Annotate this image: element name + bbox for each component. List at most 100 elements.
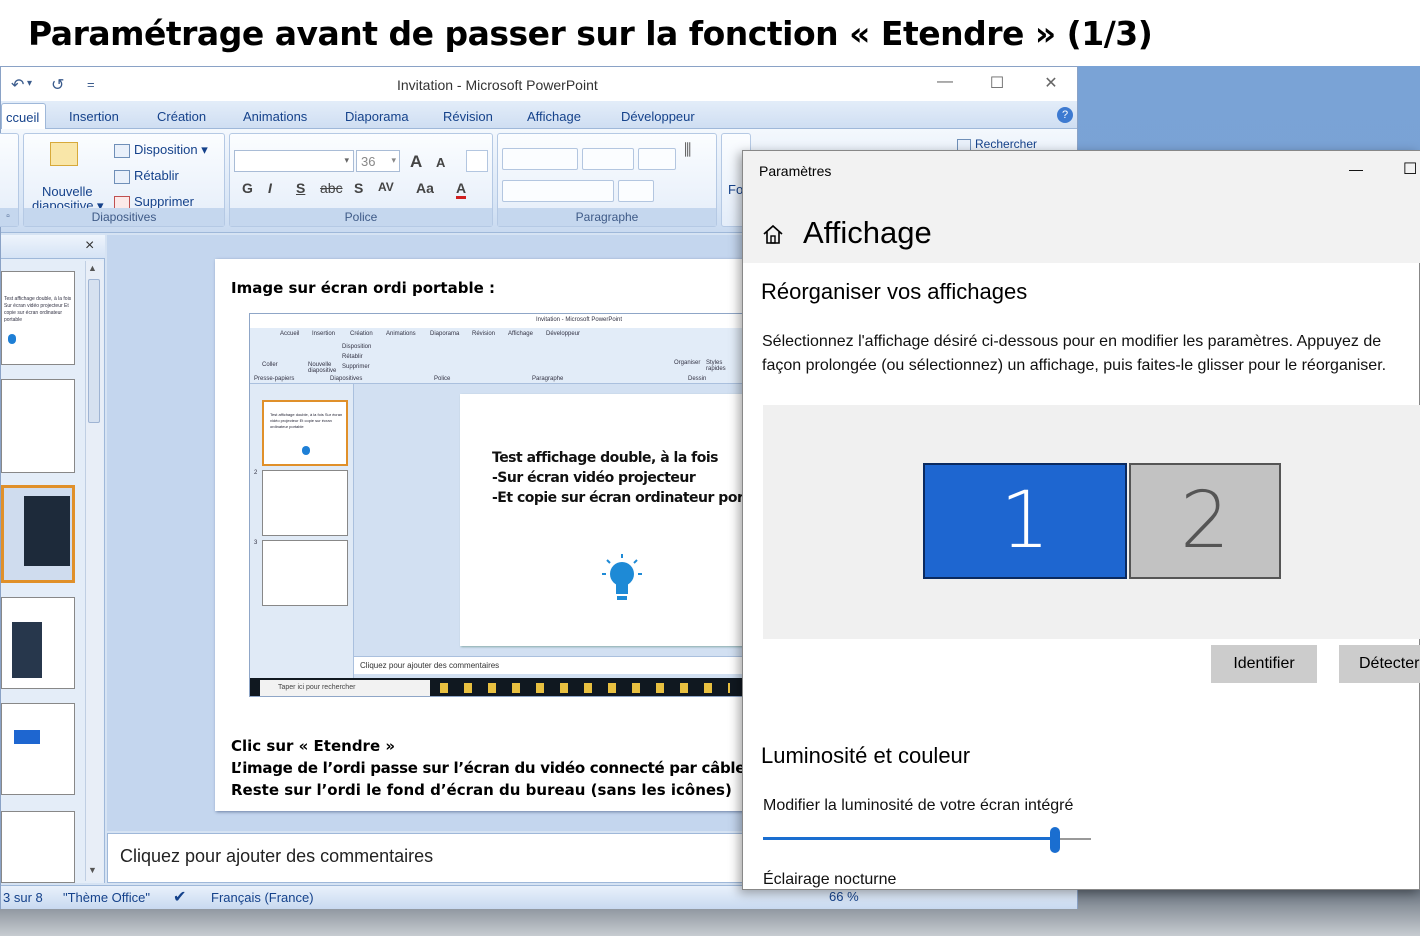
inner-slide: Test affichage double, à la fois -Sur éc… [460, 394, 748, 646]
shrink-font-button[interactable]: A [436, 155, 445, 170]
brightness-slider-thumb[interactable] [1050, 827, 1060, 853]
theme-name: "Thème Office" [63, 890, 151, 905]
font-size-select[interactable]: 36 ▾ [356, 150, 400, 172]
zoom-level[interactable]: 66 % [829, 889, 859, 904]
current-slide[interactable]: Image sur écran ordi portable : Invitati… [215, 259, 795, 811]
scroll-down-icon[interactable]: ▼ [88, 865, 97, 875]
font-name-select[interactable]: ▾ [234, 150, 354, 172]
case-button[interactable]: Aa [416, 180, 434, 196]
slide-thumbnail-1[interactable]: Test affichage double, à la fois Sur écr… [1, 271, 75, 365]
slides-pane-header: × [1, 235, 105, 259]
brightness-label: Modifier la luminosité de votre écran in… [763, 797, 1074, 814]
settings-minimize-button[interactable]: — [1349, 161, 1363, 177]
tab-diaporama[interactable]: Diaporama [345, 109, 409, 124]
group-label-police: Police [230, 208, 492, 226]
font-color-button[interactable]: A [456, 180, 467, 199]
close-pane-icon[interactable]: × [85, 237, 94, 255]
lightbulb-icon [602, 554, 642, 600]
disposition-button[interactable]: Disposition ▾ [114, 142, 208, 158]
slide-thumbnail-6[interactable] [1, 811, 75, 883]
new-slide-label[interactable]: Nouvelle [42, 184, 93, 199]
slide-thumbnail-4[interactable] [1, 597, 75, 689]
window-title: Invitation - Microsoft PowerPoint [397, 77, 598, 93]
grow-font-button[interactable]: A [410, 152, 422, 172]
slide-footer-line-3: Reste sur l’ordi le fond d’écran du bure… [231, 781, 732, 799]
bullets-button[interactable] [502, 148, 578, 170]
spacing-button[interactable]: AV [378, 180, 394, 194]
inner-ribbon: Accueil Insertion Création Animations Di… [250, 328, 748, 384]
new-slide-icon [50, 142, 78, 166]
display-arrangement: 1 2 [763, 405, 1420, 639]
tab-affichage[interactable]: Affichage [527, 109, 581, 124]
slide-heading: Image sur écran ordi portable : [231, 279, 495, 297]
slide-thumbnail-2[interactable] [1, 379, 75, 473]
slide-thumbnail-3-selected[interactable] [1, 485, 75, 583]
settings-window-title: Paramètres [759, 163, 832, 179]
redo-icon[interactable]: ↺ [51, 75, 64, 95]
group-paragraphe: ⫼ Paragraphe [497, 133, 717, 227]
tab-accueil[interactable]: ccueil [1, 103, 47, 130]
inner-slides-pane: Test affichage double, à la fois Sur écr… [250, 384, 354, 680]
maximize-button[interactable]: ☐ [985, 73, 1009, 93]
language[interactable]: Français (France) [211, 890, 314, 905]
reset-icon [114, 169, 130, 184]
monitor-1[interactable]: 1 [923, 463, 1127, 579]
group-diapositives: Nouvelle diapositive ▾ Disposition ▾ Rét… [23, 133, 225, 227]
group-police: ▾ 36 ▾ A A G I S abc S AV Aa A Police [229, 133, 493, 227]
undo-icon[interactable]: ↶ [11, 75, 24, 95]
slide-thumbnail-5[interactable] [1, 703, 75, 795]
description-line-2: façon prolongée (ou sélectionnez) un aff… [762, 357, 1387, 374]
italic-button[interactable]: I [268, 180, 272, 196]
settings-window: Paramètres — ☐ Affichage Réorganiser vos… [742, 150, 1420, 890]
monitor-2[interactable]: 2 [1129, 463, 1281, 579]
settings-maximize-button[interactable]: ☐ [1403, 159, 1417, 179]
group-label-diapositives: Diapositives [24, 208, 224, 226]
slides-scrollbar[interactable]: ▲ ▼ [85, 261, 103, 881]
bold-button[interactable]: G [242, 180, 253, 196]
night-light-label: Éclairage nocturne [763, 871, 897, 888]
powerpoint-titlebar: ↶ ▾ ↺ = Invitation - Microsoft PowerPoin… [1, 67, 1077, 101]
page-title: Paramétrage avant de passer sur la fonct… [28, 14, 1153, 53]
group-presse-papiers-clipped: ▫ [0, 133, 19, 227]
strikethrough-button[interactable]: abc [320, 180, 343, 196]
tab-creation[interactable]: Création [157, 109, 206, 124]
columns-button[interactable] [618, 180, 654, 202]
scroll-thumb[interactable] [88, 279, 100, 423]
scroll-up-icon[interactable]: ▲ [88, 263, 97, 273]
underline-button[interactable]: S [296, 180, 305, 196]
section-title-arrange: Réorganiser vos affichages [761, 279, 1028, 304]
tab-developpeur[interactable]: Développeur [621, 109, 695, 124]
help-icon[interactable]: ? [1057, 107, 1073, 123]
minimize-button[interactable]: — [933, 73, 957, 91]
customize-toolbar-icon[interactable]: = [87, 77, 95, 92]
ribbon-tabs: ccueil Insertion Création Animations Dia… [1, 101, 1077, 130]
lightbulb-icon [8, 334, 16, 344]
settings-header: Paramètres — ☐ Affichage [743, 151, 1420, 263]
slide-footer-line-1: Clic sur « Etendre » [231, 737, 396, 755]
tab-animations[interactable]: Animations [243, 109, 307, 124]
comments-area[interactable]: Cliquez pour ajouter des commentaires [107, 833, 747, 883]
shadow-button[interactable]: S [354, 180, 363, 196]
tab-insertion[interactable]: Insertion [69, 109, 119, 124]
spellcheck-icon[interactable]: ✔ [173, 887, 186, 907]
search-button[interactable]: Rechercher [957, 137, 1037, 151]
clear-format-icon[interactable] [466, 150, 488, 172]
slide-editing-area: Image sur écran ordi portable : Invitati… [107, 235, 795, 831]
layout-icon [114, 143, 130, 158]
slide-footer-line-2: L’image de l’ordi passe sur l’écran du v… [231, 759, 795, 777]
close-button[interactable]: ✕ [1039, 73, 1063, 93]
indent-buttons[interactable] [582, 148, 634, 170]
text-direction-icon[interactable]: ⫼ [684, 142, 691, 160]
detect-button[interactable]: Détecter [1339, 645, 1420, 683]
tab-revision[interactable]: Révision [443, 109, 493, 124]
undo-dropdown-icon[interactable]: ▾ [27, 78, 32, 89]
retablir-button[interactable]: Rétablir [114, 168, 179, 184]
section-title-brightness: Luminosité et couleur [761, 743, 971, 768]
home-icon[interactable] [761, 223, 785, 245]
dessin-label-partial: Fo [728, 182, 744, 197]
identify-button[interactable]: Identifier [1211, 645, 1317, 683]
align-buttons[interactable] [502, 180, 614, 202]
description-line-1: Sélectionnez l'affichage désiré ci-desso… [762, 333, 1382, 350]
inner-taskbar: Taper ici pour rechercher [250, 678, 748, 696]
line-spacing-button[interactable] [638, 148, 676, 170]
